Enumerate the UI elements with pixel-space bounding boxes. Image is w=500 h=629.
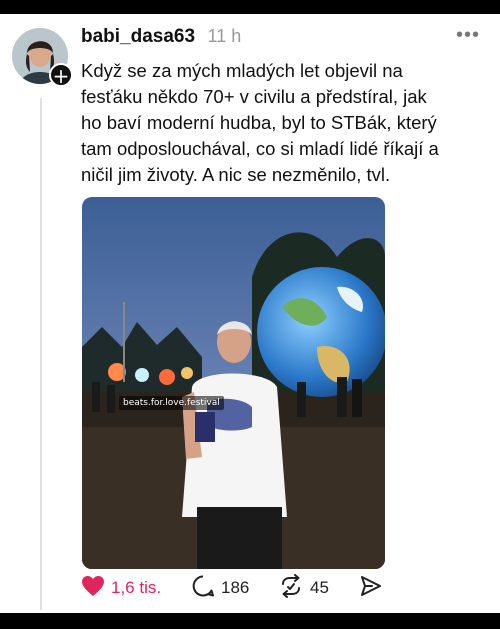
post-text: Když se za mých mladých let objevil na f…	[81, 60, 439, 185]
username[interactable]: babi_dasa63	[81, 26, 195, 47]
post-header: babi_dasa63 11 h •••	[81, 24, 486, 50]
share-icon	[359, 574, 383, 603]
share-button[interactable]	[359, 574, 383, 602]
repost-icon	[278, 573, 304, 603]
like-button[interactable]: 1,6 tis.	[81, 574, 161, 602]
comment-icon	[191, 574, 215, 603]
more-icon[interactable]: •••	[456, 24, 480, 47]
reply-button[interactable]: 186	[191, 574, 249, 602]
post-image[interactable]: beats.for.love.festival	[82, 197, 385, 569]
action-bar: 1,6 tis. 186 45	[81, 573, 401, 603]
heart-icon	[81, 575, 105, 602]
follow-plus-icon[interactable]: +	[49, 63, 73, 87]
like-count: 1,6 tis.	[111, 578, 162, 597]
image-caption: beats.for.love.festival	[119, 396, 224, 410]
repost-count: 45	[310, 578, 329, 597]
thread-line	[40, 98, 42, 610]
post-card: + babi_dasa63 11 h ••• Když se za mých m…	[0, 14, 500, 613]
repost-button[interactable]: 45	[278, 573, 329, 603]
timestamp: 11 h	[207, 26, 242, 46]
reply-count: 186	[221, 578, 250, 597]
